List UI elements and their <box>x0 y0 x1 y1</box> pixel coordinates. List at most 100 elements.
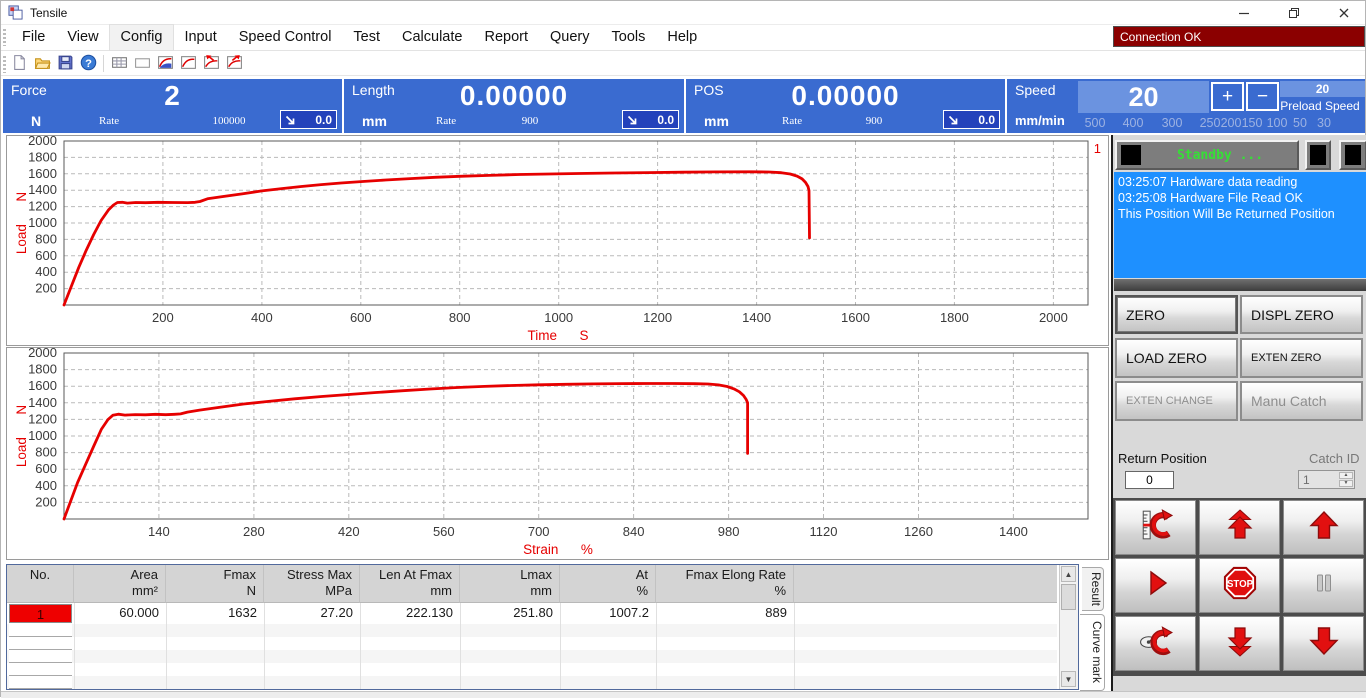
up-icon <box>1308 509 1340 546</box>
scroll-thumb[interactable] <box>1061 584 1076 610</box>
pause-button <box>1283 558 1364 613</box>
catch-id-down-icon[interactable]: ▼ <box>1339 480 1353 487</box>
menu-calculate[interactable]: Calculate <box>391 25 473 50</box>
exten-zero-button[interactable]: EXTEN ZERO <box>1240 338 1363 378</box>
speed-scale-300: 300 <box>1152 116 1192 130</box>
empty-row <box>7 637 1057 650</box>
scroll-up-icon[interactable]: ▲ <box>1061 566 1076 582</box>
menu-input[interactable]: Input <box>173 25 227 50</box>
svg-text:2000: 2000 <box>28 136 57 148</box>
col-header-fmax: FmaxN <box>166 565 264 603</box>
menu-test[interactable]: Test <box>342 25 391 50</box>
svg-text:1400: 1400 <box>28 395 57 410</box>
svg-text:1600: 1600 <box>28 166 57 181</box>
minimize-button[interactable] <box>1229 4 1259 22</box>
svg-text:800: 800 <box>449 310 471 325</box>
speed-label: Speed <box>1015 82 1055 98</box>
menu-report[interactable]: Report <box>473 25 539 50</box>
svg-text:1600: 1600 <box>28 378 57 393</box>
col-header-len-at-fmax: Len At Fmaxmm <box>360 565 460 603</box>
displ-zero-button[interactable]: DISPL ZERO <box>1240 295 1363 334</box>
empty-row-header <box>9 624 72 637</box>
stop-button[interactable]: STOP <box>1199 558 1280 613</box>
pause-icon <box>1308 567 1340 604</box>
menu-query[interactable]: Query <box>539 25 601 50</box>
table-scrollbar[interactable]: ▲▼ <box>1059 565 1078 689</box>
catch-id-up-icon[interactable]: ▲ <box>1339 472 1353 479</box>
fast-up-button[interactable] <box>1199 500 1280 555</box>
menu-config[interactable]: Config <box>110 25 174 50</box>
load-zero-button[interactable]: LOAD ZERO <box>1115 338 1238 378</box>
empty-row <box>7 650 1057 663</box>
svg-text:700: 700 <box>528 524 550 539</box>
toolbar-help-icon[interactable]: ? <box>78 54 99 74</box>
svg-text:1800: 1800 <box>28 149 57 164</box>
svg-text:280: 280 <box>243 524 265 539</box>
control-panel: Standby ... 03:25:07 Hardware data readi… <box>1111 135 1366 691</box>
fast-down-button[interactable] <box>1199 616 1280 671</box>
tab-curve-mark[interactable]: Curve mark <box>1080 614 1105 691</box>
down-button[interactable] <box>1283 616 1364 671</box>
return-zero-button[interactable] <box>1115 500 1196 555</box>
menu-speed-control[interactable]: Speed Control <box>228 25 343 50</box>
column-divider <box>794 603 795 689</box>
menu-file[interactable]: File <box>11 25 56 50</box>
log-line: This Position Will Be Returned Position <box>1118 206 1362 222</box>
speed-increase-button[interactable]: + <box>1211 82 1244 111</box>
toolbar-table-grid-icon[interactable] <box>109 54 130 74</box>
scroll-down-icon[interactable]: ▼ <box>1061 671 1076 687</box>
clamp-zero-icon <box>1139 624 1173 663</box>
toolbar-save-icon[interactable] <box>55 54 76 74</box>
catch-id-spinner[interactable]: 1 ▲ ▼ <box>1298 470 1355 489</box>
log-line: 03:25:07 Hardware data reading <box>1118 174 1362 190</box>
svg-text:800: 800 <box>35 445 57 460</box>
window-title: Tensile <box>30 6 67 20</box>
toolbar-separator <box>103 55 104 72</box>
col-header-fmax-elong-rate: Fmax Elong Rate% <box>656 565 794 603</box>
clamp-zero-button[interactable] <box>1115 616 1196 671</box>
up-button[interactable] <box>1283 500 1364 555</box>
indicator-led-1-icon <box>1310 145 1326 165</box>
zero-button[interactable]: ZERO <box>1115 295 1238 334</box>
svg-text:1400: 1400 <box>28 182 57 197</box>
toolbar-blank-window-icon[interactable] <box>132 54 153 74</box>
menu-help[interactable]: Help <box>656 25 708 50</box>
svg-text:1800: 1800 <box>940 310 969 325</box>
menu-tools[interactable]: Tools <box>601 25 657 50</box>
toolbar-curve-icon[interactable] <box>178 54 199 74</box>
speed-scale-400: 400 <box>1113 116 1153 130</box>
close-button[interactable] <box>1329 4 1359 22</box>
menu-view[interactable]: View <box>56 25 109 50</box>
run-button[interactable] <box>1115 558 1196 613</box>
length-indicator-value: 0.0 <box>657 113 674 127</box>
toolbar-open-folder-icon[interactable] <box>32 54 53 74</box>
svg-text:1600: 1600 <box>841 310 870 325</box>
curve-number-label: 1 <box>1094 141 1101 156</box>
svg-text:140: 140 <box>148 524 170 539</box>
speed-unit: mm/min <box>1015 113 1065 128</box>
row-header-selected[interactable]: 1 <box>9 604 72 623</box>
toolbar-curve-next-icon[interactable] <box>224 54 245 74</box>
speed-scale-500: 500 <box>1075 116 1115 130</box>
result-cell-fmax: 1632 <box>166 603 264 624</box>
message-log: 03:25:07 Hardware data reading03:25:08 H… <box>1114 172 1366 278</box>
length-indicator: 0.0 <box>622 110 679 129</box>
title-bar: Tensile <box>1 1 1365 25</box>
return-position-input[interactable] <box>1125 471 1174 489</box>
toolbar-curve-prev-icon[interactable] <box>201 54 222 74</box>
pos-panel: POS0.00000mmRate9000.0 <box>686 79 1005 133</box>
connection-status-text: Connection OK <box>1120 30 1201 44</box>
toolbar-curve-area-icon[interactable] <box>155 54 176 74</box>
tab-result[interactable]: Result <box>1082 567 1104 611</box>
restore-button[interactable] <box>1279 4 1309 22</box>
length-rate-value: 900 <box>490 115 570 127</box>
svg-text:200: 200 <box>35 281 57 296</box>
load-time-chart: 2004006008001000120014001600180020002004… <box>7 136 1108 345</box>
toolbar: ? <box>1 52 1365 76</box>
col-header-stress-max: Stress MaxMPa <box>264 565 360 603</box>
pos-rate-label: Rate <box>782 115 802 127</box>
indicator-led-2-icon <box>1345 145 1361 165</box>
toolbar-new-file-icon[interactable] <box>9 54 30 74</box>
toolbar-grip <box>3 56 6 73</box>
fast-up-icon <box>1224 509 1256 546</box>
